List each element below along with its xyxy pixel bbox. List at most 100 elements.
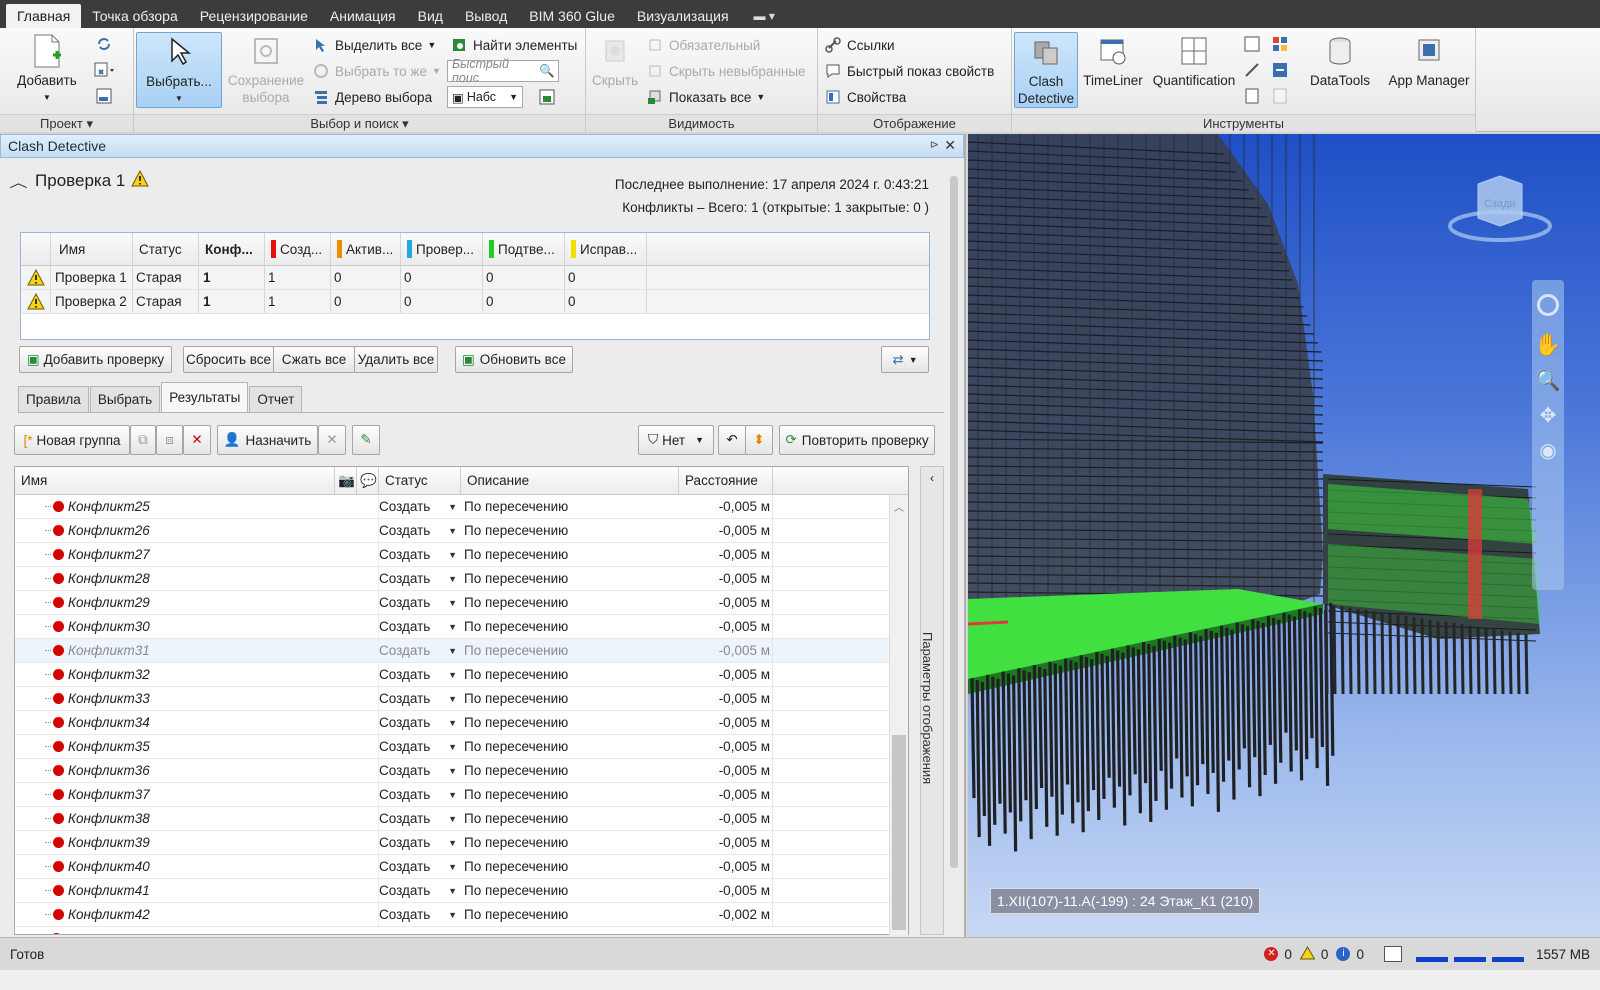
results-header-name[interactable]: Имя — [15, 467, 335, 494]
clash-status-dropdown[interactable]: Создать ▼ — [379, 687, 461, 711]
clash-row[interactable]: Конфликт38 Создать ▼ По пересечению -0,005 м — [15, 806, 908, 831]
clash-status-dropdown[interactable]: Создать ▼ — [379, 495, 461, 519]
import-export-button[interactable]: ⇄ ▼ — [881, 346, 929, 373]
orbit-icon[interactable]: ✥ — [1532, 403, 1564, 428]
clash-row[interactable]: Конфликт25 Создать ▼ По пересечению -0,005 м — [15, 494, 908, 519]
tab-viewpoint[interactable]: Точка обзора — [81, 4, 188, 28]
add-comment-icon[interactable]: ✎ — [352, 425, 380, 455]
unassign-icon[interactable]: ✕ — [318, 425, 346, 455]
quick-find-input[interactable]: Быстрый поис 🔍 — [447, 57, 559, 85]
group-select-label[interactable]: Выбор и поиск ▾ — [134, 114, 585, 132]
clash-row[interactable]: Конфликт27 Создать ▼ По пересечению -0,005 м — [15, 542, 908, 567]
tab-review[interactable]: Рецензирование — [189, 4, 319, 28]
test-row[interactable]: Проверка 1 Старая 1 1 0 0 0 0 — [21, 266, 929, 290]
tab-output[interactable]: Вывод — [454, 4, 518, 28]
clash-row[interactable]: Конфликт32 Создать ▼ По пересечению -0,005 м — [15, 662, 908, 687]
chevron-down-icon[interactable]: ▼ — [448, 646, 457, 656]
tests-header-active[interactable]: Актив... — [331, 233, 401, 265]
refresh-icon[interactable] — [92, 33, 116, 55]
update-all-button[interactable]: ▣ Обновить все — [455, 346, 573, 373]
datatools-button[interactable]: DataTools — [1302, 32, 1378, 89]
expand-chevron-icon[interactable]: ‹ — [921, 471, 943, 485]
clash-row[interactable]: Конфликт35 Создать ▼ По пересечению -0,005 м — [15, 734, 908, 759]
viewcube[interactable]: Сзади — [1448, 174, 1552, 244]
clash-status-dropdown[interactable]: Создать ▼ — [379, 879, 461, 903]
file-options-icon[interactable] — [92, 85, 116, 107]
clash-row[interactable]: Конфликт34 Создать ▼ По пересечению -0,005 м — [15, 710, 908, 735]
error-icon[interactable]: ✕ — [1264, 947, 1279, 961]
manage-sets-icon[interactable] — [535, 86, 559, 108]
filter-dropdown[interactable]: ⛉ Нет ▼ — [638, 425, 714, 455]
tab-report[interactable]: Отчет — [249, 386, 303, 412]
ribbon-options-icon[interactable]: ▬ ▾ — [754, 4, 775, 28]
clash-status-dropdown[interactable]: Создать ▼ — [379, 783, 461, 807]
chevron-down-icon[interactable]: ▼ — [448, 742, 457, 752]
add-test-button[interactable]: ▣ Добавить проверку — [19, 346, 172, 373]
delete-all-button[interactable]: Удалить все — [354, 346, 438, 373]
tab-animation[interactable]: Анимация — [319, 4, 407, 28]
clash-row[interactable]: Конфликт36 Создать ▼ По пересечению -0,005 м — [15, 758, 908, 783]
clash-row-partial[interactable] — [15, 927, 908, 934]
test-row[interactable]: Проверка 2 Старая 1 1 0 0 0 0 — [21, 290, 929, 314]
scroll-thumb[interactable] — [892, 735, 906, 930]
app-manager-button[interactable]: App Manager — [1382, 32, 1476, 89]
info-icon[interactable]: i — [1336, 947, 1351, 961]
clash-status-dropdown[interactable]: Создать ▼ — [379, 759, 461, 783]
delete-group-icon[interactable]: ✕ — [183, 425, 211, 455]
reset-all-button[interactable]: Сбросить все — [183, 346, 274, 373]
results-header-status[interactable]: Статус — [379, 467, 461, 494]
tests-header-resolved[interactable]: Исправ... — [565, 233, 647, 265]
chevron-down-icon[interactable]: ▼ — [448, 526, 457, 536]
tests-header-name[interactable]: Имя — [51, 233, 133, 265]
reset-all-icon[interactable] — [92, 59, 116, 81]
tab-select[interactable]: Выбрать — [89, 386, 161, 412]
clash-status-dropdown[interactable]: Создать ▼ — [379, 519, 461, 543]
clash-status-dropdown[interactable]: Создать ▼ — [379, 567, 461, 591]
panel-scrollbar[interactable] — [950, 176, 958, 868]
scroll-up-arrow-icon[interactable]: ︿ — [890, 499, 908, 514]
comment-icon[interactable]: 💬 — [357, 467, 379, 494]
zoom-icon[interactable]: 🔍 — [1532, 368, 1564, 393]
rerun-test-button[interactable]: ⟳ Повторить проверку — [779, 425, 935, 455]
clash-status-dropdown[interactable]: Создать ▼ — [379, 639, 461, 663]
tool-batch-icon[interactable] — [1240, 85, 1264, 107]
chevron-down-icon[interactable]: ▼ — [448, 886, 457, 896]
tool-compare-icon[interactable] — [1240, 33, 1264, 55]
tests-header-conflicts[interactable]: Конф... — [199, 233, 265, 265]
tool-disabled-icon[interactable] — [1268, 85, 1292, 107]
assign-button[interactable]: 👤 Назначить — [217, 425, 318, 455]
tab-rules[interactable]: Правила — [18, 386, 89, 412]
tab-render[interactable]: Визуализация — [626, 4, 740, 28]
quantification-button[interactable]: Quantification — [1148, 32, 1240, 89]
clash-row[interactable]: Конфликт41 Создать ▼ По пересечению -0,005 м — [15, 878, 908, 903]
clash-row[interactable]: Конфликт37 Создать ▼ По пересечению -0,005 м — [15, 782, 908, 807]
tool-appearance-icon[interactable] — [1268, 33, 1292, 55]
chevron-down-icon[interactable]: ▼ — [448, 502, 457, 512]
tests-header-approved[interactable]: Подтве... — [483, 233, 565, 265]
clash-row[interactable]: Конфликт42 Создать ▼ По пересечению -0,002 м — [15, 902, 908, 927]
chevron-down-icon[interactable]: ▼ — [448, 862, 457, 872]
collapse-chevron-icon[interactable]: ︿ — [9, 172, 27, 191]
ungroup-icon[interactable]: ⧈ — [156, 425, 183, 455]
look-icon[interactable]: ◉ — [1532, 438, 1564, 463]
chevron-down-icon[interactable]: ▼ — [448, 718, 457, 728]
group-project-label[interactable]: Проект ▾ — [0, 114, 133, 132]
add-button[interactable]: Добавить ▼ — [8, 32, 86, 106]
clash-status-dropdown[interactable]: Создать ▼ — [379, 903, 461, 927]
quick-properties-button[interactable]: Быстрый показ свойств — [824, 60, 994, 82]
chevron-down-icon[interactable]: ▼ — [448, 694, 457, 704]
tool-scripter-icon[interactable] — [1268, 59, 1292, 81]
full-navigation-wheel-icon[interactable] — [1537, 294, 1559, 316]
clash-row[interactable]: Конфликт33 Создать ▼ По пересечению -0,005 м — [15, 686, 908, 711]
links-button[interactable]: Ссылки — [824, 34, 895, 56]
clash-detective-button[interactable]: Clash Detective — [1014, 32, 1078, 108]
close-icon[interactable]: ✕ — [944, 137, 956, 154]
selection-tree-button[interactable]: Дерево выбора — [312, 86, 432, 108]
clash-row[interactable]: Конфликт28 Создать ▼ По пересечению -0,005 м — [15, 566, 908, 591]
clash-row[interactable]: Конфликт30 Создать ▼ По пересечению -0,005 м — [15, 614, 908, 639]
chevron-down-icon[interactable]: ▼ — [448, 814, 457, 824]
compact-all-button[interactable]: Сжать все — [273, 346, 355, 373]
pan-icon[interactable]: ✋ — [1532, 332, 1564, 358]
clash-status-dropdown[interactable]: Создать ▼ — [379, 855, 461, 879]
pin-icon[interactable]: ⊳ — [930, 138, 939, 151]
